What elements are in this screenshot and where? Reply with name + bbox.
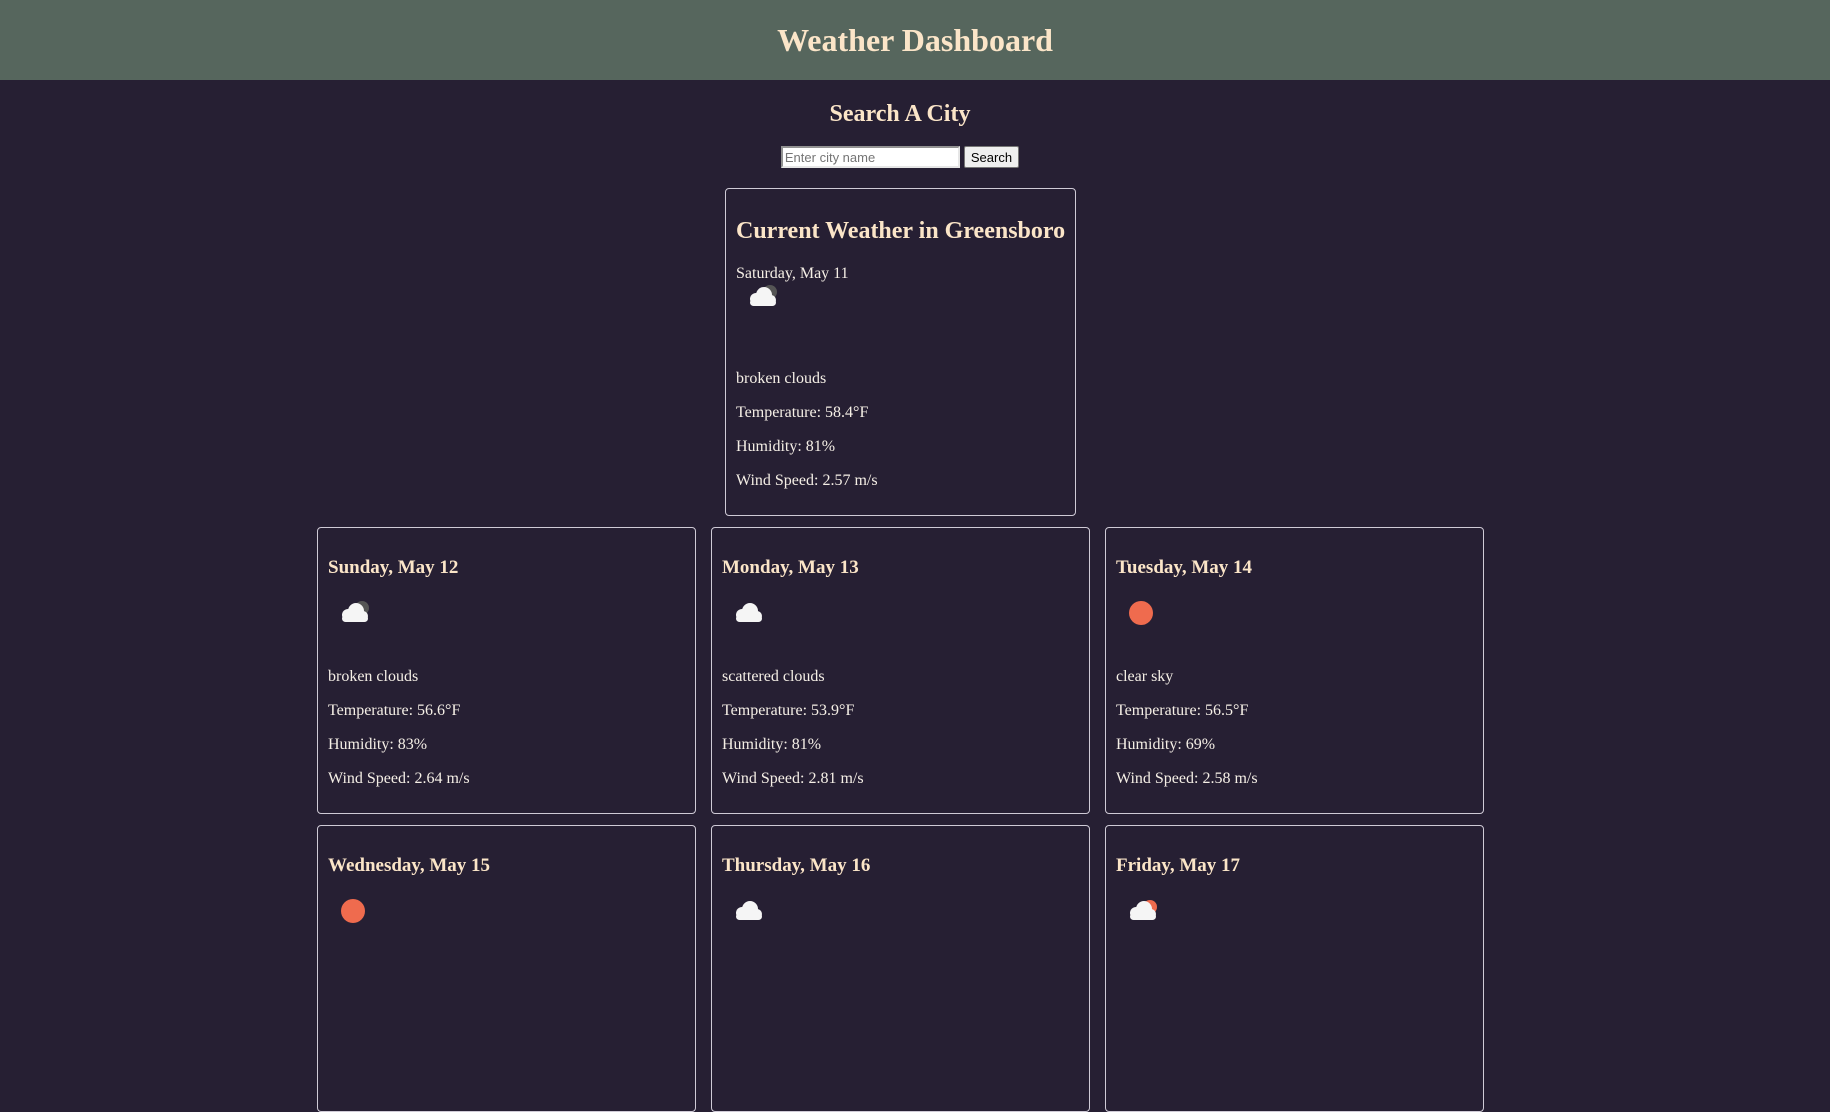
forecast-humidity: Humidity: 83%: [328, 736, 428, 753]
forecast-humidity: Humidity: 69%: [1116, 736, 1216, 753]
app-header: Weather Dashboard: [0, 0, 1830, 80]
forecast-description: broken clouds: [328, 668, 419, 685]
clear-sky-icon: [341, 899, 365, 923]
current-humidity: Humidity: 81%: [736, 438, 836, 455]
current-weather-heading: Current Weather in Greensboro: [736, 218, 1066, 244]
current-weather-card: Current Weather in Greensboro Saturday, …: [725, 188, 1076, 516]
forecast-humidity: Humidity: 81%: [722, 736, 822, 753]
clear-sky-icon: [1129, 601, 1153, 625]
forecast-date: Thursday, May 16: [722, 855, 871, 876]
forecast-date: Monday, May 13: [722, 557, 859, 578]
current-wind-speed: Wind Speed: 2.57 m/s: [736, 472, 878, 489]
forecast-wind-speed: Wind Speed: 2.64 m/s: [328, 770, 470, 787]
current-description: broken clouds: [736, 370, 827, 387]
forecast-card: Monday, May 13 scattered clouds Temperat…: [711, 527, 1090, 814]
forecast-date: Friday, May 17: [1116, 855, 1241, 876]
search-heading: Search A City: [829, 101, 971, 127]
forecast-description: clear sky: [1116, 668, 1174, 685]
forecast-card: Friday, May 17: [1105, 825, 1484, 1112]
forecast-date: Tuesday, May 14: [1116, 557, 1253, 578]
forecast-card: Thursday, May 16: [711, 825, 1090, 1112]
scattered-clouds-icon: [736, 603, 762, 622]
forecast-date: Sunday, May 12: [328, 557, 459, 578]
city-search-input[interactable]: [780, 146, 960, 168]
forecast-description: scattered clouds: [722, 668, 825, 685]
forecast-wind-speed: Wind Speed: 2.81 m/s: [722, 770, 864, 787]
forecast-temperature: Temperature: 53.9°F: [722, 702, 855, 719]
broken-clouds-icon: [750, 285, 777, 306]
scattered-clouds-icon: [736, 901, 762, 920]
forecast-temperature: Temperature: 56.6°F: [328, 702, 461, 719]
page-title: Weather Dashboard: [777, 22, 1053, 58]
current-temperature: Temperature: 58.4°F: [736, 404, 869, 421]
search-button[interactable]: Search: [963, 146, 1020, 168]
few-clouds-icon: [1130, 900, 1157, 920]
search-bar: Search: [0, 146, 1800, 168]
forecast-card: Sunday, May 12 broken clouds Temperature…: [317, 527, 696, 814]
forecast-date: Wednesday, May 15: [328, 855, 491, 876]
forecast-card: Tuesday, May 14 clear sky Temperature: 5…: [1105, 527, 1484, 814]
forecast-temperature: Temperature: 56.5°F: [1116, 702, 1249, 719]
forecast-card: Wednesday, May 15: [317, 825, 696, 1112]
broken-clouds-icon: [342, 601, 369, 622]
forecast-wind-speed: Wind Speed: 2.58 m/s: [1116, 770, 1258, 787]
